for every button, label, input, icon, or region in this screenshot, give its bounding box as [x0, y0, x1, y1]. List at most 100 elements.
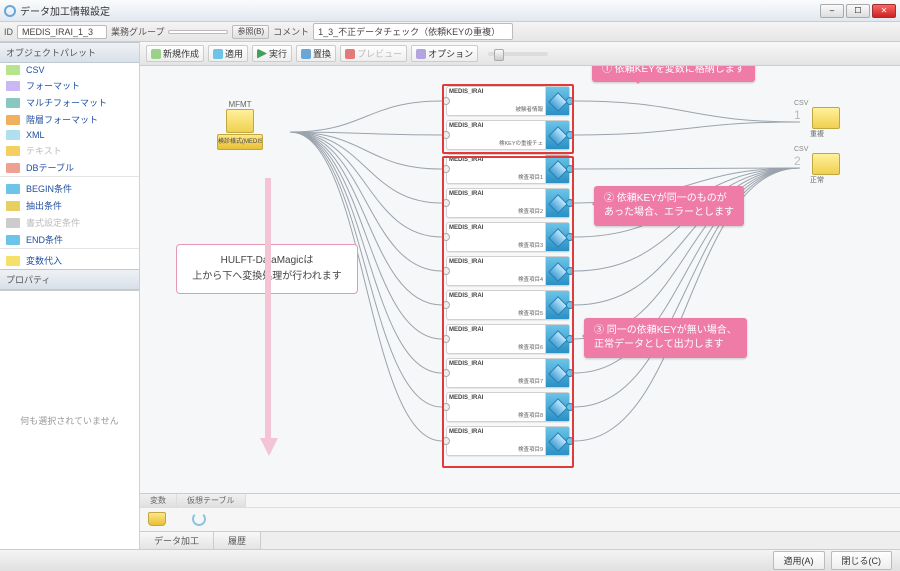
apply-icon [213, 49, 223, 59]
flow-arrow-icon [260, 178, 276, 458]
callout-2: ② 依頼KEYが同一のものが あった場合、エラーとします [594, 186, 744, 226]
tab-data-proc[interactable]: データ加工 [140, 532, 214, 549]
id-field[interactable]: MEDIS_IRAI_1_3 [17, 25, 107, 39]
zoom-slider[interactable] [488, 52, 548, 56]
group-label: 業務グループ [111, 25, 164, 38]
rule-node[interactable]: MEDIS_IRAI検査項目3 [446, 222, 570, 252]
close-button[interactable]: ✕ [872, 4, 896, 18]
maximize-button[interactable]: ☐ [846, 4, 870, 18]
tab-history[interactable]: 履歴 [214, 532, 261, 549]
port-out-icon[interactable] [566, 267, 574, 275]
palette-item[interactable]: DBテーブル [0, 159, 139, 176]
minimize-button[interactable]: – [820, 4, 844, 18]
port-out-icon[interactable] [566, 199, 574, 207]
new-icon [151, 49, 161, 59]
port-out-icon[interactable] [566, 301, 574, 309]
port-in-icon[interactable] [442, 369, 450, 377]
port-in-icon[interactable] [442, 437, 450, 445]
output-node-1[interactable]: 1 CSV 重複 [794, 100, 844, 139]
run-button[interactable]: 実行 [252, 45, 292, 62]
port-in-icon[interactable] [442, 403, 450, 411]
footer-apply-button[interactable]: 適用(A) [773, 551, 825, 570]
rule-bottom: 検査項目6 [449, 345, 543, 351]
rule-node[interactable]: MEDIS_IRAI検査項目5 [446, 290, 570, 320]
preview-button[interactable]: プレビュー [340, 45, 407, 62]
palette-item[interactable]: 階層フォーマット [0, 111, 139, 128]
rule-top: MEDIS_IRAI [449, 123, 543, 130]
rule-node[interactable]: MEDIS_IRAI検KEYの重複チェ [446, 120, 570, 150]
var-bucket-icon[interactable] [148, 512, 166, 526]
rule-node[interactable]: MEDIS_IRAI検査項目2 [446, 188, 570, 218]
palette-icon [6, 218, 20, 228]
palette-icon [6, 235, 20, 245]
palette-label: CSV [26, 65, 45, 75]
out1-label: 重複 [810, 129, 844, 139]
port-out-icon[interactable] [566, 97, 574, 105]
palette-item[interactable]: フォーマット [0, 77, 139, 94]
canvas[interactable]: MFMT 検診様式(MEDIS形) 1 CSV 重複 2 CSV 正常 MEDI… [140, 66, 900, 493]
port-out-icon[interactable] [566, 233, 574, 241]
port-out-icon[interactable] [566, 403, 574, 411]
palette-item[interactable]: XML [0, 128, 139, 142]
rule-node[interactable]: MEDIS_IRAI 被験者情報 [446, 86, 570, 116]
palette-item[interactable]: マルチフォーマット [0, 94, 139, 111]
rule-node[interactable]: MEDIS_IRAI検査項目8 [446, 392, 570, 422]
vars-tab[interactable]: 変数 [140, 494, 177, 507]
palette-icon [6, 81, 20, 91]
comment-field[interactable]: 1_3_不正データチェック（依頼KEYの重複） [313, 23, 513, 40]
rule-node[interactable]: MEDIS_IRAI検査項目9 [446, 426, 570, 456]
ref-button[interactable]: 参照(B) [232, 25, 269, 39]
port-in-icon[interactable] [442, 267, 450, 275]
port-in-icon[interactable] [442, 131, 450, 139]
rule-node[interactable]: MEDIS_IRAI検査項目1 [446, 154, 570, 184]
rule-top: MEDIS_IRAI [449, 191, 543, 198]
input-node[interactable]: MFMT 検診様式(MEDIS形) [180, 100, 300, 150]
property-empty: 何も選択されていません [0, 290, 139, 549]
rule-bottom: 検査項目3 [449, 243, 543, 249]
port-in-icon[interactable] [442, 233, 450, 241]
rule-node[interactable]: MEDIS_IRAI検査項目6 [446, 324, 570, 354]
rule-column: MEDIS_IRAI被験者情報MEDIS_IRAI検KEYの重複チェMEDIS_… [446, 86, 570, 460]
out1-num: 1 [794, 108, 801, 122]
output-block-icon [812, 153, 840, 175]
rule-node[interactable]: MEDIS_IRAI検査項目4 [446, 256, 570, 286]
out2-num: 2 [794, 154, 801, 168]
palette-icon [6, 256, 20, 266]
group-field[interactable] [168, 30, 228, 34]
port-in-icon[interactable] [442, 97, 450, 105]
virtual-table-tab[interactable]: 仮想テーブル [177, 494, 246, 507]
port-in-icon[interactable] [442, 335, 450, 343]
footer: 適用(A) 閉じる(C) [0, 549, 900, 571]
palette-item[interactable]: 変数代入 [0, 252, 139, 269]
rule-top: MEDIS_IRAI [449, 89, 543, 96]
palette-icon [6, 184, 20, 194]
port-out-icon[interactable] [566, 165, 574, 173]
options-button[interactable]: オプション [411, 45, 478, 62]
rule-node[interactable]: MEDIS_IRAI検査項目7 [446, 358, 570, 388]
port-out-icon[interactable] [566, 131, 574, 139]
palette-item[interactable]: 抽出条件 [0, 197, 139, 214]
port-out-icon[interactable] [566, 335, 574, 343]
apply-button[interactable]: 適用 [208, 45, 248, 62]
port-in-icon[interactable] [442, 199, 450, 207]
palette-item[interactable]: END条件 [0, 231, 139, 248]
palette-icon [6, 115, 20, 125]
palette-item[interactable]: BEGIN条件 [0, 180, 139, 197]
port-out-icon[interactable] [566, 437, 574, 445]
palette-label: 書式設定条件 [26, 216, 80, 229]
port-out-icon[interactable] [566, 369, 574, 377]
port-in-icon[interactable] [442, 165, 450, 173]
port-in-icon[interactable] [442, 301, 450, 309]
output-node-2[interactable]: 2 CSV 正常 [794, 146, 844, 185]
new-button[interactable]: 新規作成 [146, 45, 204, 62]
palette-item[interactable]: 書式設定条件 [0, 214, 139, 231]
palette-item[interactable]: テキスト [0, 142, 139, 159]
replace-button[interactable]: 置換 [296, 45, 336, 62]
palette-label: DBテーブル [26, 161, 74, 174]
rule-bottom: 被験者情報 [449, 107, 543, 113]
loop-icon[interactable] [192, 512, 206, 526]
rule-bottom: 検査項目7 [449, 379, 543, 385]
footer-close-button[interactable]: 閉じる(C) [831, 551, 893, 570]
palette-label: BEGIN条件 [26, 182, 72, 195]
palette-item[interactable]: CSV [0, 63, 139, 77]
